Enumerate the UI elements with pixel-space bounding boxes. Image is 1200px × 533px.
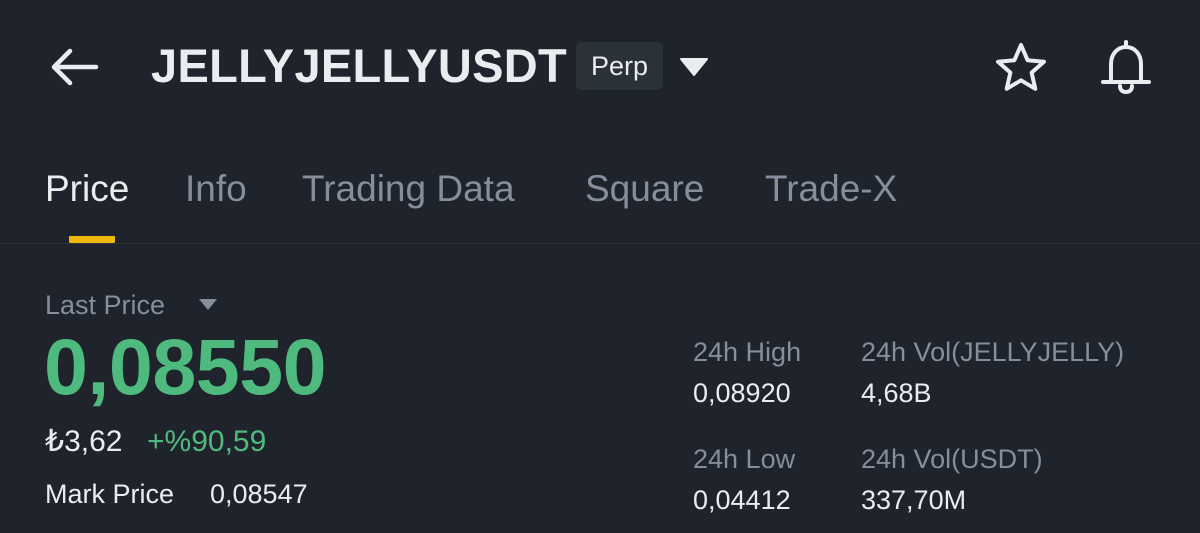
mark-price-label: Mark Price xyxy=(45,479,175,509)
volume-base-24h-label: 24h Vol(JELLYJELLY) xyxy=(861,337,1125,367)
star-icon xyxy=(996,43,1046,91)
symbol-dropdown-button[interactable] xyxy=(679,55,709,79)
volume-quote-24h-label: 24h Vol(USDT) xyxy=(861,444,1043,474)
tab-trade-x[interactable]: Trade-X xyxy=(765,166,897,212)
high-24h-label: 24h High xyxy=(693,337,802,367)
caret-down-icon xyxy=(680,58,708,76)
back-arrow-icon xyxy=(51,48,99,86)
bell-icon xyxy=(1101,40,1151,95)
tab-square[interactable]: Square xyxy=(585,166,704,212)
volume-quote-24h-value: 337,70M xyxy=(861,485,967,515)
market-detail-page: JELLYJELLYUSDT Perp Price Info Trading D… xyxy=(0,0,1200,533)
caret-down-icon xyxy=(199,299,217,310)
low-24h-value: 0,04412 xyxy=(693,485,791,515)
mark-price-value: 0,08547 xyxy=(210,479,308,509)
tabs-divider xyxy=(0,243,1200,244)
price-alert-button[interactable] xyxy=(1097,38,1155,96)
last-price-dropdown-button[interactable] xyxy=(197,296,219,312)
price-change-percent: +%90,59 xyxy=(147,425,267,458)
back-button[interactable] xyxy=(46,44,102,90)
low-24h-label: 24h Low xyxy=(693,444,796,474)
contract-type-badge: Perp xyxy=(576,42,663,90)
active-tab-indicator xyxy=(69,236,115,243)
fiat-price-value: ₺3,62 xyxy=(45,425,123,458)
tab-price[interactable]: Price xyxy=(45,166,129,212)
last-price-value: 0,08550 xyxy=(44,322,327,411)
tab-trading-data[interactable]: Trading Data xyxy=(302,166,515,212)
tab-info[interactable]: Info xyxy=(185,166,247,212)
high-24h-value: 0,08920 xyxy=(693,378,791,408)
last-price-selector[interactable]: Last Price xyxy=(45,289,165,321)
favorite-button[interactable] xyxy=(993,40,1049,96)
volume-base-24h-value: 4,68B xyxy=(861,378,932,408)
symbol-title[interactable]: JELLYJELLYUSDT xyxy=(151,38,567,94)
